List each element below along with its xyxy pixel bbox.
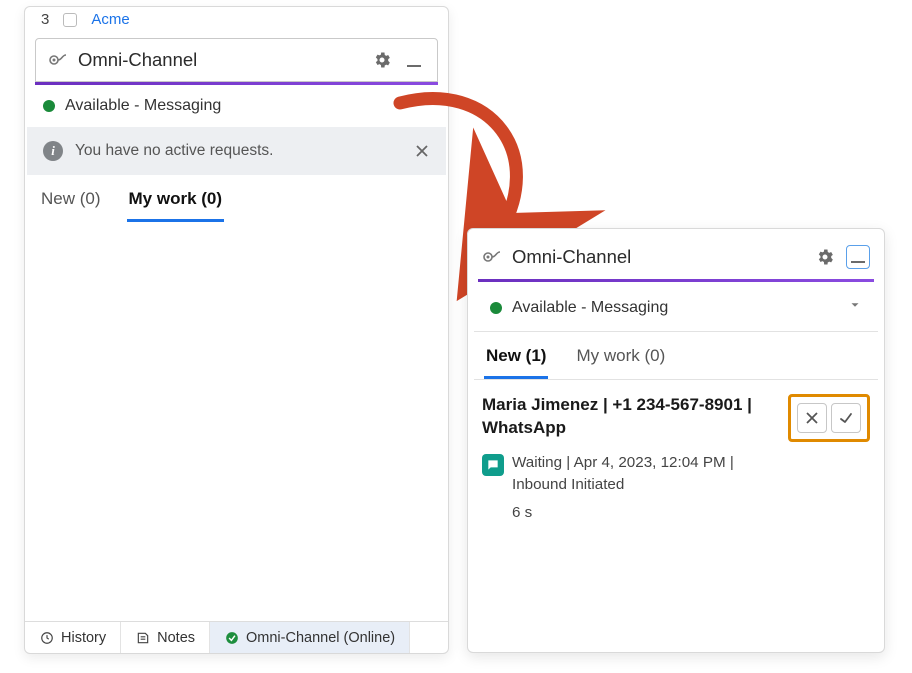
omni-title: Omni-Channel [78,49,361,71]
agent-status-text: Available - Messaging [512,299,668,317]
omni-channel-icon [482,247,502,267]
decline-button[interactable] [797,403,827,433]
chevron-down-icon[interactable] [848,298,862,317]
work-item-details: Maria Jimenez | +1 234-567-8901 | WhatsA… [482,394,780,521]
footer-omni-channel[interactable]: Omni-Channel (Online) [210,622,410,653]
info-icon: i [43,141,63,161]
gear-icon[interactable] [814,246,836,268]
close-icon[interactable] [414,143,430,159]
utility-bar: History Notes Omni-Channel (Online) [25,621,448,653]
work-item-elapsed: 6 s [482,504,780,521]
work-item-title: Maria Jimenez | +1 234-567-8901 | WhatsA… [482,394,780,440]
minimize-button[interactable] [846,245,870,269]
accent-divider [478,279,874,282]
no-requests-banner: i You have no active requests. [27,127,446,175]
accept-button[interactable] [831,403,861,433]
omni-channel-panel-after: Omni-Channel Available - Messaging New (… [467,228,885,653]
status-indicator-icon [490,302,502,314]
banner-text: You have no active requests. [75,142,273,160]
omni-channel-icon [48,50,68,70]
status-indicator-icon [43,100,55,112]
minimize-button[interactable] [403,49,425,71]
footer-notes[interactable]: Notes [121,622,210,653]
work-subtabs: New (0) My work (0) [25,175,448,222]
agent-status-row[interactable]: Available - Messaging [474,284,878,332]
omni-channel-panel-before: 3 Acme Omni-Channel Available - Messagin… [24,6,449,654]
omni-header: Omni-Channel [476,235,876,279]
work-item-status-line: Waiting | Apr 4, 2023, 12:04 PM | Inboun… [512,452,780,496]
tab-mywork[interactable]: My work (0) [127,183,225,222]
tab-new[interactable]: New (1) [484,340,548,379]
incoming-work-item[interactable]: Maria Jimenez | +1 234-567-8901 | WhatsA… [468,380,884,529]
history-icon [39,630,55,646]
tab-new[interactable]: New (0) [39,183,103,222]
footer-omni-label: Omni-Channel (Online) [246,630,395,646]
omni-header: Omni-Channel [35,38,438,82]
tab-mywork[interactable]: My work (0) [574,340,667,379]
accept-decline-actions [788,394,870,442]
tab-acme-link[interactable]: Acme [91,11,129,28]
agent-status-row[interactable]: Available - Messaging [25,85,448,127]
footer-history[interactable]: History [25,622,121,653]
footer-notes-label: Notes [157,630,195,646]
online-status-icon [224,630,240,646]
omni-title: Omni-Channel [512,246,804,268]
tab-number: 3 [41,11,49,28]
footer-history-label: History [61,630,106,646]
whatsapp-channel-icon [482,454,504,476]
workspace-tabbar: 3 Acme [25,7,448,32]
agent-status-text: Available - Messaging [65,97,221,115]
tab-checkbox[interactable] [63,13,77,27]
notes-icon [135,630,151,646]
work-subtabs: New (1) My work (0) [474,332,878,380]
gear-icon[interactable] [371,49,393,71]
